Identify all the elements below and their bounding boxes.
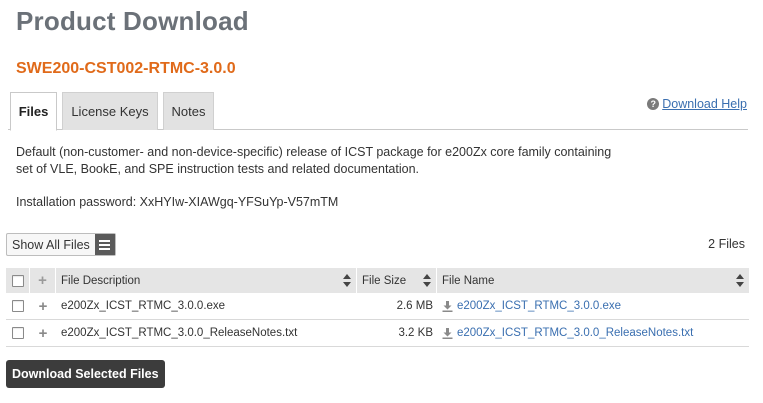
help-icon: ? bbox=[647, 98, 660, 110]
files-table: + File Description File Size File Name +… bbox=[6, 268, 749, 347]
select-all-cell bbox=[6, 268, 30, 293]
installation-password: Installation password: XxHYIw-XIAWgq-YFS… bbox=[16, 195, 339, 209]
row-description: e200Zx_ICST_RTMC_3.0.0_ReleaseNotes.txt bbox=[61, 327, 298, 339]
expand-all-header[interactable]: + bbox=[30, 268, 56, 293]
download-icon bbox=[442, 300, 453, 312]
row-checkbox-cell bbox=[6, 293, 30, 320]
file-count: 2 Files bbox=[708, 237, 745, 251]
column-header-size[interactable]: File Size bbox=[357, 268, 437, 293]
file-name-label: e200Zx_ICST_RTMC_3.0.0.exe bbox=[457, 300, 622, 312]
tab-bar: Files License Keys Notes bbox=[8, 92, 748, 131]
download-help[interactable]: ? Download Help bbox=[647, 97, 747, 111]
show-all-files-label: Show All Files bbox=[12, 237, 90, 252]
table-row: + e200Zx_ICST_RTMC_3.0.0.exe 2.6 MB e200… bbox=[6, 293, 749, 320]
product-id: SWE200-CST002-RTMC-3.0.0 bbox=[16, 60, 236, 77]
row-expand-cell[interactable]: + bbox=[30, 293, 56, 320]
tab-license-keys[interactable]: License Keys bbox=[62, 92, 158, 130]
menu-icon bbox=[94, 234, 115, 255]
column-header-description-label: File Description bbox=[61, 274, 141, 287]
column-header-name-label: File Name bbox=[442, 274, 495, 287]
row-description: e200Zx_ICST_RTMC_3.0.0.exe bbox=[61, 300, 226, 312]
file-download-link[interactable]: e200Zx_ICST_RTMC_3.0.0_ReleaseNotes.txt bbox=[442, 327, 693, 339]
column-header-size-label: File Size bbox=[362, 274, 407, 287]
tab-notes[interactable]: Notes bbox=[163, 92, 214, 130]
row-checkbox[interactable] bbox=[12, 327, 24, 339]
expand-icon: + bbox=[38, 297, 48, 315]
sort-icon bbox=[343, 274, 351, 287]
download-icon bbox=[442, 327, 453, 339]
column-header-name[interactable]: File Name bbox=[437, 268, 749, 293]
column-header-description[interactable]: File Description bbox=[56, 268, 357, 293]
download-selected-files-button[interactable]: Download Selected Files bbox=[6, 360, 165, 388]
tab-files[interactable]: Files bbox=[10, 92, 57, 131]
row-name-cell: e200Zx_ICST_RTMC_3.0.0_ReleaseNotes.txt bbox=[437, 320, 749, 347]
row-name-cell: e200Zx_ICST_RTMC_3.0.0.exe bbox=[437, 293, 749, 320]
file-name-label: e200Zx_ICST_RTMC_3.0.0_ReleaseNotes.txt bbox=[457, 327, 694, 339]
row-checkbox-cell bbox=[6, 320, 30, 347]
product-description: Default (non-customer- and non-device-sp… bbox=[16, 144, 616, 178]
description-line-2: set of VLE, BookE, and SPE instruction t… bbox=[16, 162, 420, 176]
select-all-checkbox[interactable] bbox=[11, 274, 24, 287]
expand-icon: + bbox=[38, 324, 48, 342]
table-header: + File Description File Size File Name bbox=[6, 268, 749, 293]
sort-icon bbox=[423, 274, 431, 287]
show-all-files-dropdown[interactable]: Show All Files bbox=[6, 233, 116, 256]
download-help-link[interactable]: Download Help bbox=[662, 97, 747, 111]
row-size: 2.6 MB bbox=[396, 300, 433, 312]
description-line-1: Default (non-customer- and non-device-sp… bbox=[16, 145, 612, 159]
row-expand-cell[interactable]: + bbox=[30, 320, 56, 347]
row-size: 3.2 KB bbox=[398, 327, 433, 339]
file-download-link[interactable]: e200Zx_ICST_RTMC_3.0.0.exe bbox=[442, 300, 621, 312]
table-row: + e200Zx_ICST_RTMC_3.0.0_ReleaseNotes.tx… bbox=[6, 320, 749, 347]
plus-icon: + bbox=[38, 272, 47, 289]
row-checkbox[interactable] bbox=[12, 300, 24, 312]
sort-icon bbox=[736, 274, 744, 287]
page-title: Product Download bbox=[16, 6, 249, 36]
